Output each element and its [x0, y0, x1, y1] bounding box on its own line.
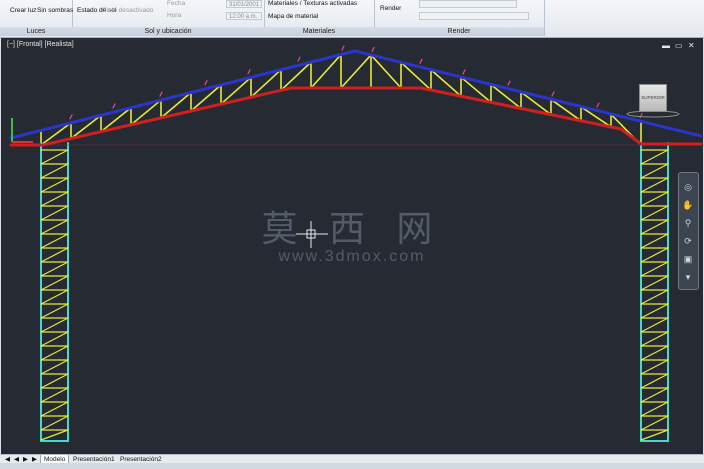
purlin-bracket — [507, 80, 511, 86]
time-label: Hora — [167, 12, 182, 19]
column-lacing — [640, 163, 669, 179]
truss-diagonal — [340, 54, 372, 89]
create-light-button[interactable]: Crear luz — [10, 7, 36, 15]
lights-panel: Crear luz Sin sombras Luces — [0, 0, 73, 36]
materials-panel: Materiales / Texturas activadas Mapa de … — [264, 0, 375, 36]
status-bar — [0, 463, 704, 469]
purlin-bracket — [247, 69, 251, 75]
column-lacing — [640, 289, 669, 305]
column-lacing — [640, 345, 669, 361]
column-lacing — [40, 317, 69, 333]
lights-panel-footer[interactable]: Luces — [0, 27, 72, 36]
column-lacing — [40, 289, 69, 305]
column-lacing — [640, 149, 669, 165]
steering-wheel-icon[interactable]: ◎ — [681, 181, 695, 193]
date-field[interactable]: 31/01/2001 — [226, 0, 262, 8]
purlin-bracket — [419, 58, 423, 64]
column-lacing — [40, 415, 69, 431]
materials-panel-footer[interactable]: Materiales — [264, 27, 374, 36]
render-panel: Render Render — [374, 0, 545, 36]
purlin-bracket — [462, 69, 466, 75]
material-map-dropdown[interactable]: Mapa de material — [268, 13, 318, 21]
ribbon: Crear luz Sin sombras Luces Estado de so… — [0, 0, 704, 38]
column-lacing — [40, 331, 69, 347]
render-output-field[interactable] — [419, 12, 529, 20]
purlin-bracket — [204, 80, 208, 86]
purlin-bracket — [371, 46, 375, 53]
column-lacing — [640, 373, 669, 389]
column-lacing — [640, 359, 669, 375]
sky-off-button[interactable]: Cielo desactivado — [102, 7, 153, 15]
column-lacing — [40, 359, 69, 375]
column-lacing — [640, 275, 669, 291]
drawing-viewport[interactable]: [−] [Frontal] [Realista] ▬ ▭ ✕ SUPERIOR … — [1, 38, 703, 454]
watermark-chinese: 莫 西 网 — [261, 209, 443, 250]
render-button[interactable]: Render — [380, 5, 401, 13]
column-lacing — [40, 373, 69, 389]
column-lacing — [640, 303, 669, 319]
sun-panel: Estado de sol Cielo desactivado Fecha Ho… — [72, 0, 265, 36]
view-cube[interactable]: SUPERIOR — [639, 84, 667, 112]
column-lacing — [640, 331, 669, 347]
purlin-bracket — [551, 91, 555, 97]
column-lacing — [640, 177, 669, 193]
column-lacing — [640, 429, 669, 441]
time-field[interactable]: 12:00 a.m. — [226, 12, 262, 20]
purlin-bracket — [159, 91, 163, 97]
column-lacing — [40, 163, 69, 179]
column-lacing — [640, 387, 669, 403]
textures-toggle[interactable]: Materiales / Texturas activadas — [268, 0, 357, 8]
bottom-chord — [619, 127, 643, 146]
render-panel-footer[interactable]: Render — [374, 27, 544, 36]
column-lacing — [40, 275, 69, 291]
column-lacing — [40, 303, 69, 319]
column-lacing — [640, 415, 669, 431]
column-lacing — [640, 317, 669, 333]
watermark-site: www.3dmox.com — [278, 248, 426, 265]
column-lacing — [40, 429, 69, 441]
navbar-menu-icon[interactable]: ▾ — [681, 271, 695, 283]
column-lacing — [640, 401, 669, 417]
purlin-bracket — [341, 45, 345, 51]
top-chord-left — [9, 49, 357, 140]
bottom-chord — [41, 86, 293, 147]
purlin-bracket — [112, 103, 116, 109]
column-lacing — [40, 177, 69, 193]
no-shadows-button[interactable]: Sin sombras — [37, 7, 73, 15]
column-lacing — [40, 149, 69, 165]
render-preset-field[interactable] — [419, 0, 517, 8]
column-lacing — [40, 401, 69, 417]
sun-panel-footer[interactable]: Sol y ubicación — [72, 27, 264, 36]
column-lacing — [40, 387, 69, 403]
purlin-bracket — [596, 102, 600, 108]
purlin-bracket — [69, 114, 73, 120]
purlin-bracket — [297, 56, 301, 62]
column-lacing — [40, 345, 69, 361]
date-label: Fecha — [167, 0, 186, 7]
